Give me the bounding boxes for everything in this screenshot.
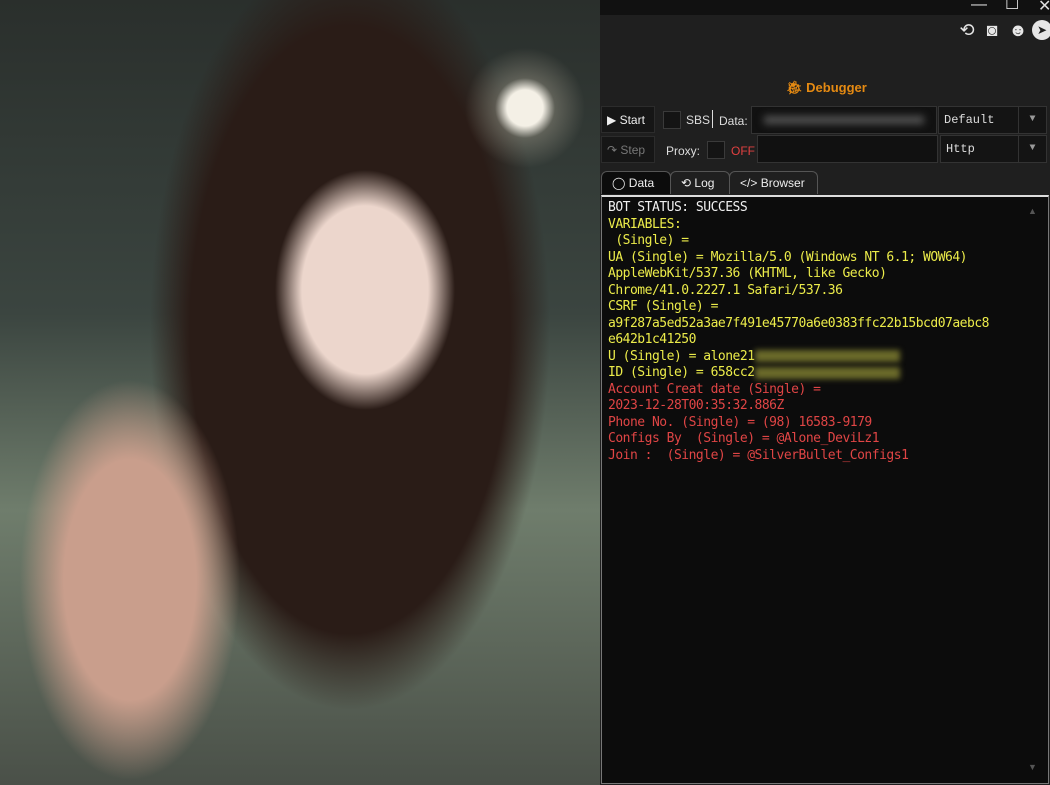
history-icon[interactable]: ⟲ xyxy=(957,20,977,40)
tab-label: Log xyxy=(694,176,715,190)
code-icon: </> xyxy=(740,176,758,190)
redacted-value xyxy=(754,366,900,379)
close-icon[interactable]: ✕ xyxy=(1038,0,1050,16)
console-line: VARIABLES: xyxy=(608,217,1042,234)
console-line-text: UA (Single) = Mozilla/5.0 (Windows NT 6.… xyxy=(608,249,968,265)
console-line: Account Creat date (Single) = xyxy=(608,382,1042,399)
data-input[interactable] xyxy=(751,106,937,134)
console-line-text: (Single) = xyxy=(608,233,689,248)
telegram-icon[interactable]: ➤ xyxy=(1032,20,1050,40)
console-line-text: 2023-12-28T00:35:32.886Z xyxy=(608,398,784,413)
history-icon: ⟲ xyxy=(681,176,692,190)
chevron-down-icon: ▼ xyxy=(1018,136,1046,162)
camera-icon[interactable]: ◙ xyxy=(982,20,1002,40)
minimize-icon[interactable]: — xyxy=(971,0,987,14)
proxy-type-select[interactable]: Http ▼ xyxy=(940,135,1047,163)
console-line-text: ID (Single) = 658cc2 xyxy=(608,365,755,380)
data-mode-select[interactable]: Default ▼ xyxy=(938,106,1047,134)
console-line-text: AppleWebKit/537.36 (KHTML, like Gecko) xyxy=(608,266,887,281)
background-photo xyxy=(0,0,600,785)
tab-label: Browser xyxy=(760,176,805,190)
discord-icon[interactable]: ☻ xyxy=(1008,20,1028,40)
step-button[interactable]: ↷ Step xyxy=(601,136,655,163)
console-line: ID (Single) = 658cc2 xyxy=(608,365,1042,382)
console-line: Configs By (Single) = @Alone_DeviLz1 xyxy=(608,431,1042,448)
console-line-text: Chrome/41.0.2227.1 Safari/537.36 xyxy=(608,282,843,298)
title-bar: — ☐ ✕ xyxy=(600,0,1050,15)
console-line: Chrome/41.0.2227.1 Safari/537.36 xyxy=(608,283,1042,300)
redacted-value xyxy=(754,350,900,362)
console-line-text: Configs By (Single) = @Alone_DeviLz1 xyxy=(608,431,880,446)
console-line-text: Join : (Single) = @SilverBullet_Configs1 xyxy=(608,447,909,463)
tab-data[interactable]: ◯ Data xyxy=(601,171,671,194)
proxy-state: OFF xyxy=(731,144,755,158)
console-line: AppleWebKit/537.36 (KHTML, like Gecko) xyxy=(608,266,1042,283)
scroll-down-icon[interactable]: ▼ xyxy=(1028,762,1037,772)
start-button[interactable]: ▶ Start xyxy=(601,106,655,133)
debugger-label: Debugger xyxy=(806,80,867,95)
console-line-text: Phone No. (Single) = (98) 16583-9179 xyxy=(608,414,872,430)
console-line-text: BOT STATUS: SUCCESS xyxy=(608,200,748,215)
chevron-down-icon: ▼ xyxy=(1018,107,1046,133)
bug-icon: 🐞︎ xyxy=(786,80,803,95)
refresh-icon: ◯ xyxy=(612,176,626,190)
proxy-label: Proxy: xyxy=(666,144,701,158)
start-label: Start xyxy=(619,113,645,127)
tab-log[interactable]: ⟲ Log xyxy=(670,171,730,194)
step-icon: ↷ xyxy=(607,143,618,157)
tab-label: Data xyxy=(628,176,655,190)
console-line-text: U (Single) = alone21 xyxy=(608,348,755,364)
data-label: Data: xyxy=(719,114,748,128)
console-line: a9f287a5ed52a3ae7f491e45770a6e0383ffc22b… xyxy=(608,316,1042,333)
play-icon: ▶ xyxy=(607,113,617,127)
scroll-up-icon[interactable]: ▲ xyxy=(1028,206,1037,216)
console-line-text: VARIABLES: xyxy=(608,216,682,232)
sbs-checkbox[interactable] xyxy=(663,111,681,129)
debugger-title: 🐞︎ Debugger xyxy=(786,80,867,96)
console-line-text: CSRF (Single) = xyxy=(608,299,718,314)
console-line: BOT STATUS: SUCCESS xyxy=(608,200,1042,217)
tab-browser[interactable]: </> Browser xyxy=(729,171,818,194)
console-line-text: e642b1c41250 xyxy=(608,332,696,347)
console-line: Phone No. (Single) = (98) 16583-9179 xyxy=(608,415,1042,432)
step-label: Step xyxy=(620,143,646,157)
console-line: Join : (Single) = @SilverBullet_Configs1 xyxy=(608,448,1042,465)
separator xyxy=(712,110,713,128)
console-line-text: a9f287a5ed52a3ae7f491e45770a6e0383ffc22b… xyxy=(608,315,990,331)
console-line-text: Account Creat date (Single) = xyxy=(608,381,821,397)
sbs-label: SBS xyxy=(686,113,711,127)
console-line: UA (Single) = Mozilla/5.0 (Windows NT 6.… xyxy=(608,250,1042,267)
proxy-type-value: Http xyxy=(946,142,975,156)
proxy-checkbox[interactable] xyxy=(707,141,725,159)
console-line: e642b1c41250 xyxy=(608,332,1042,349)
console-line: (Single) = xyxy=(608,233,1042,250)
maximize-icon[interactable]: ☐ xyxy=(1005,0,1019,14)
output-console[interactable]: BOT STATUS: SUCCESS VARIABLES: (Single) =… xyxy=(601,195,1049,784)
proxy-input[interactable] xyxy=(757,135,938,163)
data-mode-value: Default xyxy=(944,113,995,127)
console-line: 2023-12-28T00:35:32.886Z xyxy=(608,398,1042,415)
console-line: CSRF (Single) = xyxy=(608,299,1042,316)
console-line: U (Single) = alone21 xyxy=(608,349,1042,366)
